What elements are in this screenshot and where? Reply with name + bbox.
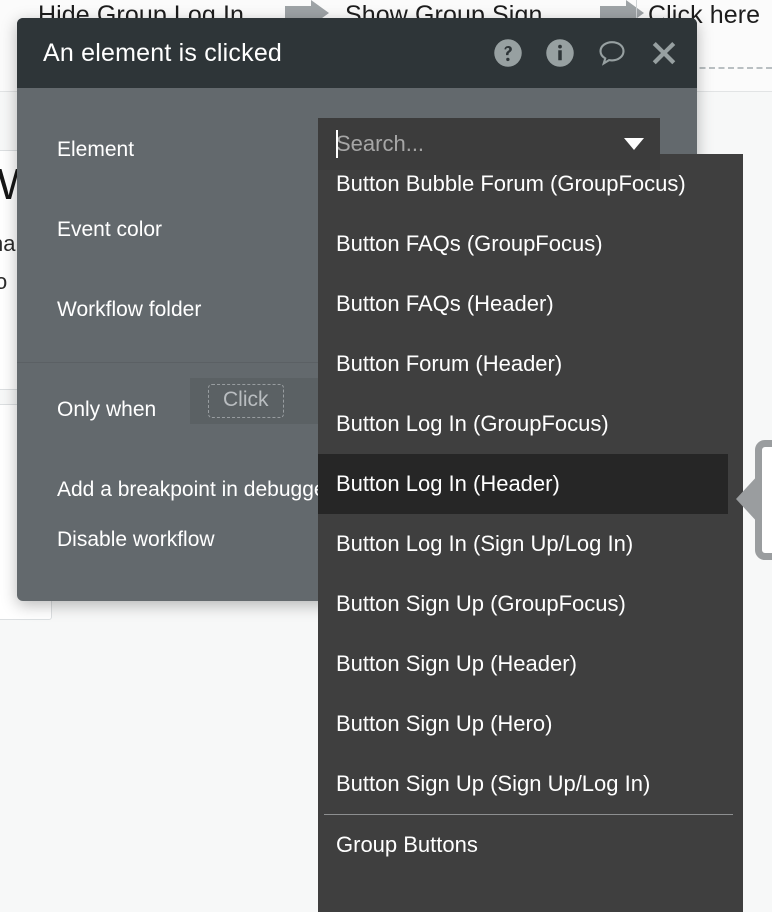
search-text-cursor bbox=[336, 130, 338, 158]
chevron-down-icon[interactable] bbox=[624, 138, 644, 150]
dropdown-item[interactable]: Button Sign Up (Header) bbox=[318, 634, 743, 694]
dropdown-item-label: Button Bubble Forum (GroupFocus) bbox=[336, 171, 686, 196]
field-label-event-color: Event color bbox=[57, 218, 163, 241]
dropdown-item-label: Button Forum (Header) bbox=[336, 351, 563, 376]
close-icon[interactable] bbox=[649, 38, 679, 68]
help-icon[interactable] bbox=[493, 38, 523, 68]
background-card-line-2: o bbox=[0, 269, 7, 295]
only-when-expression-token[interactable]: Click bbox=[208, 384, 284, 418]
dropdown-item[interactable]: Button Log In (GroupFocus) bbox=[318, 394, 743, 454]
dropdown-item[interactable]: Button Sign Up (Hero) bbox=[318, 694, 743, 754]
dropdown-item[interactable]: Button Sign Up (Sign Up/Log In) bbox=[318, 754, 743, 814]
dropdown-item[interactable]: Button Log In (Sign Up/Log In) bbox=[318, 514, 743, 574]
field-label-add-breakpoint: Add a breakpoint in debugger bbox=[57, 478, 333, 501]
element-dropdown-search[interactable] bbox=[318, 118, 660, 170]
dropdown-item-label: Button Sign Up (Header) bbox=[336, 651, 577, 676]
canvas-dashed-connector bbox=[690, 67, 772, 69]
dropdown-item-label: Button Sign Up (Hero) bbox=[336, 711, 553, 736]
comment-icon[interactable] bbox=[597, 38, 627, 68]
field-label-disable-workflow: Disable workflow bbox=[57, 528, 215, 551]
dropdown-item-label: Button FAQs (Header) bbox=[336, 291, 554, 316]
dropdown-item-selected[interactable]: Button Log In (Header) bbox=[318, 454, 728, 514]
field-label-workflow-folder: Workflow folder bbox=[57, 298, 202, 321]
field-label-element: Element bbox=[57, 138, 135, 161]
dropdown-item[interactable]: Button Sign Up (GroupFocus) bbox=[318, 574, 743, 634]
dropdown-item[interactable]: Group Buttons bbox=[318, 815, 743, 875]
info-icon[interactable] bbox=[545, 38, 575, 68]
dropdown-item-label: Button FAQs (GroupFocus) bbox=[336, 231, 603, 256]
dropdown-item[interactable]: Button FAQs (Header) bbox=[318, 274, 743, 334]
dropdown-item-label: Button Sign Up (Sign Up/Log In) bbox=[336, 771, 651, 796]
dropdown-item-label: Button Sign Up (GroupFocus) bbox=[336, 591, 626, 616]
dropdown-item[interactable]: Button Forum (Header) bbox=[318, 334, 743, 394]
page-title: An element is clicked bbox=[43, 38, 283, 67]
tooltip-callout-arrow-icon bbox=[736, 473, 760, 525]
search-input[interactable] bbox=[336, 131, 646, 157]
panel-header-icons bbox=[493, 38, 679, 68]
dropdown-item[interactable]: Button FAQs (GroupFocus) bbox=[318, 214, 743, 274]
background-card-line-1: ha bbox=[0, 231, 16, 256]
dropdown-item-label: Button Log In (Header) bbox=[336, 471, 560, 496]
panel-header: An element is clicked bbox=[17, 18, 697, 88]
screen-root: Hide Group Log In Show Group Sign ... Cl… bbox=[0, 0, 772, 912]
dropdown-item-label: Button Log In (GroupFocus) bbox=[336, 411, 609, 436]
dropdown-item-label: Button Log In (Sign Up/Log In) bbox=[336, 531, 634, 556]
dropdown-item-label: Group Buttons bbox=[336, 832, 478, 857]
element-dropdown-list[interactable]: Button Bubble Forum (GroupFocus) Button F… bbox=[318, 154, 743, 912]
field-label-only-when: Only when bbox=[57, 398, 157, 421]
